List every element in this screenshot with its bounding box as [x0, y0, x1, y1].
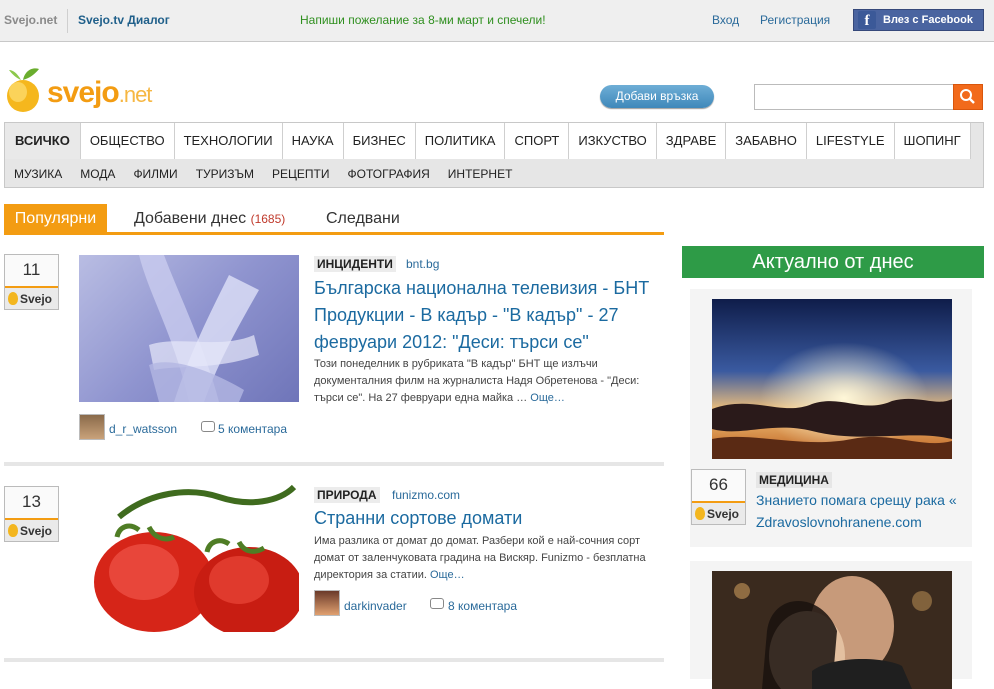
- article-thumbnail[interactable]: [79, 255, 299, 402]
- primary-nav: ВСИЧКО ОБЩЕСТВО ТЕХНОЛОГИИ НАУКА БИЗНЕС ПОЛИТ…: [5, 123, 971, 159]
- facebook-login-button[interactable]: f Влез с Facebook: [853, 9, 984, 31]
- svejo-icon: [8, 524, 18, 537]
- tab-followed[interactable]: Следвани: [326, 204, 400, 232]
- sidebar-card-title[interactable]: Знанието помага срещу рака « Zdravoslovn…: [756, 489, 966, 533]
- couple-photo-image: [712, 571, 952, 689]
- subnav-item-4[interactable]: РЕЦЕПТИ: [263, 160, 338, 188]
- article-comments[interactable]: 5 коментара: [218, 422, 287, 436]
- hands-image: [139, 255, 259, 402]
- svejo-icon: [8, 292, 18, 305]
- tab-added-today-count: (1685): [250, 212, 286, 226]
- nav-item-1[interactable]: ОБЩЕСТВО: [80, 123, 175, 159]
- vote-box: 66 Svejo: [691, 469, 746, 525]
- article-item: 13 Svejo ПРИРОДА funizmo.com Странни сор…: [4, 482, 664, 664]
- facebook-icon: f: [858, 11, 876, 29]
- subnav-item-2[interactable]: ФИЛМИ: [124, 160, 186, 188]
- vote-count: 11: [22, 260, 41, 279]
- divider: [4, 462, 664, 466]
- sidebar-heading: Актуално от днес: [682, 246, 984, 278]
- nav-item-2[interactable]: ТЕХНОЛОГИИ: [174, 123, 283, 159]
- nav-item-3[interactable]: НАУКА: [282, 123, 344, 159]
- svejo-logo-icon: [7, 68, 39, 112]
- read-more-link[interactable]: Още…: [430, 569, 465, 581]
- svejo-tv-link[interactable]: Svejo.tv Диалог: [78, 13, 170, 27]
- svejo-icon: [695, 507, 705, 520]
- vote-count: 13: [22, 492, 41, 511]
- article-author[interactable]: d_r_watsson: [109, 422, 177, 436]
- comment-icon: [201, 421, 215, 432]
- tab-added-today[interactable]: Добавени днес (1685): [134, 204, 285, 232]
- avatar[interactable]: [314, 590, 340, 616]
- sidebar-card: [690, 561, 972, 689]
- tomatoes-image: [94, 484, 299, 632]
- search-icon: [960, 89, 975, 104]
- tab-popular[interactable]: Популярни: [4, 204, 107, 232]
- article-source[interactable]: funizmo.com: [392, 488, 460, 502]
- divider: [4, 658, 664, 662]
- nav-item-6[interactable]: СПОРТ: [505, 123, 570, 159]
- article-title[interactable]: Странни сортове домати: [314, 505, 659, 532]
- subnav-item-3[interactable]: ТУРИЗЪМ: [187, 160, 263, 188]
- feed-tabs: Популярни Добавени днес (1685) Следвани: [4, 204, 664, 235]
- article-comments[interactable]: 8 коментара: [448, 599, 517, 613]
- top-bar: Svejo.net Svejo.tv Диалог Напиши пожелан…: [0, 0, 994, 42]
- vote-button[interactable]: Svejo: [692, 501, 745, 524]
- subnav-item-0[interactable]: МУЗИКА: [5, 160, 71, 188]
- article-category[interactable]: ПРИРОДА: [314, 487, 380, 503]
- logo[interactable]: svejo.net: [3, 62, 183, 114]
- nav-item-11[interactable]: ШОПИНГ: [894, 123, 971, 159]
- nav-item-8[interactable]: ЗДРАВЕ: [656, 123, 727, 159]
- nav-item-5[interactable]: ПОЛИТИКА: [415, 123, 506, 159]
- vote-count: 66: [709, 475, 728, 494]
- vote-box: 13 Svejo: [4, 486, 59, 542]
- login-link[interactable]: Вход: [712, 13, 739, 27]
- facebook-login-label: Влез с Facebook: [883, 14, 973, 26]
- article-category[interactable]: ИНЦИДЕНТИ: [314, 256, 396, 272]
- article-item: 11 Svejo ИНЦИДЕНТИ bnt.bg Българска наци…: [4, 252, 664, 467]
- article-title[interactable]: Българска национална телевизия - БНТ Про…: [314, 275, 659, 356]
- tab-added-today-label: Добавени днес: [134, 210, 247, 227]
- sidebar-card-category[interactable]: МЕДИЦИНА: [756, 472, 832, 488]
- vote-box: 11 Svejo: [4, 254, 59, 310]
- article-source[interactable]: bnt.bg: [406, 257, 439, 271]
- sidebar-card: 66 Svejo МЕДИЦИНА Знанието помага срещу …: [690, 289, 972, 547]
- comment-icon: [430, 598, 444, 609]
- search-input[interactable]: [754, 84, 954, 110]
- nav-item-0[interactable]: ВСИЧКО: [5, 123, 81, 159]
- promo-link[interactable]: Напиши пожелание за 8-ми март и спечели!: [300, 13, 546, 27]
- secondary-nav: МУЗИКА МОДА ФИЛМИ ТУРИЗЪМ РЕЦЕПТИ ФОТОГРАФИЯ И…: [5, 160, 521, 188]
- category-nav: ВСИЧКО ОБЩЕСТВО ТЕХНОЛОГИИ НАУКА БИЗНЕС ПОЛИТ…: [4, 122, 984, 188]
- sidebar-card-image[interactable]: [712, 299, 952, 459]
- read-more-link[interactable]: Още…: [530, 392, 565, 404]
- subnav-item-5[interactable]: ФОТОГРАФИЯ: [338, 160, 438, 188]
- add-link-button[interactable]: Добави връзка: [600, 85, 714, 108]
- nav-item-10[interactable]: LIFESTYLE: [806, 123, 895, 159]
- vote-button[interactable]: Svejo: [5, 518, 58, 541]
- divider: [67, 9, 68, 33]
- article-author[interactable]: darkinvader: [344, 599, 407, 613]
- nav-item-4[interactable]: БИЗНЕС: [343, 123, 416, 159]
- sunset-clouds-image: [712, 299, 952, 459]
- subnav-item-6[interactable]: ИНТЕРНЕТ: [439, 160, 522, 188]
- site-link[interactable]: Svejo.net: [4, 13, 57, 27]
- nav-item-7[interactable]: ИЗКУСТВО: [569, 123, 657, 159]
- logo-wordmark: svejo.net: [47, 76, 152, 109]
- register-link[interactable]: Регистрация: [760, 13, 830, 27]
- subnav-item-1[interactable]: МОДА: [71, 160, 124, 188]
- nav-item-9[interactable]: ЗАБАВНО: [726, 123, 807, 159]
- avatar[interactable]: [79, 414, 105, 440]
- article-excerpt: Този понеделник в рубриката "В кадър" БН…: [314, 358, 640, 404]
- search-button[interactable]: [953, 84, 983, 110]
- article-excerpt: Има разлика от домат до домат. Разбери к…: [314, 535, 646, 581]
- vote-button[interactable]: Svejo: [5, 286, 58, 309]
- article-thumbnail[interactable]: [79, 482, 299, 632]
- sidebar-card-image[interactable]: [712, 571, 952, 689]
